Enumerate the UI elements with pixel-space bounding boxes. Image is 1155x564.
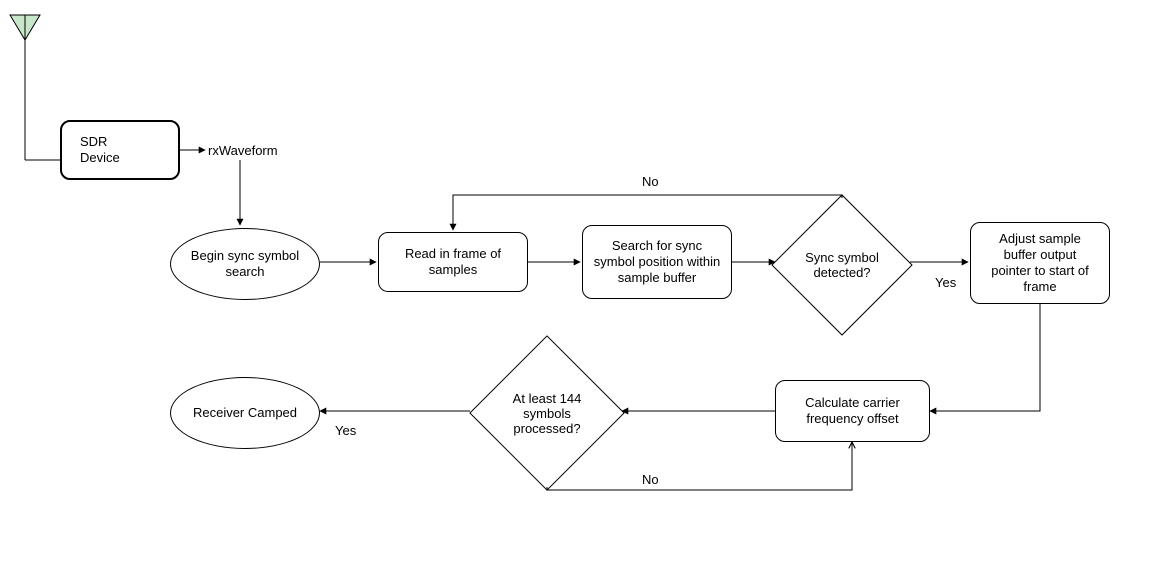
flowchart-canvas: SDR Device rxWaveform Begin sync symbol …: [0, 0, 1155, 564]
edges-layer: [0, 0, 1155, 564]
